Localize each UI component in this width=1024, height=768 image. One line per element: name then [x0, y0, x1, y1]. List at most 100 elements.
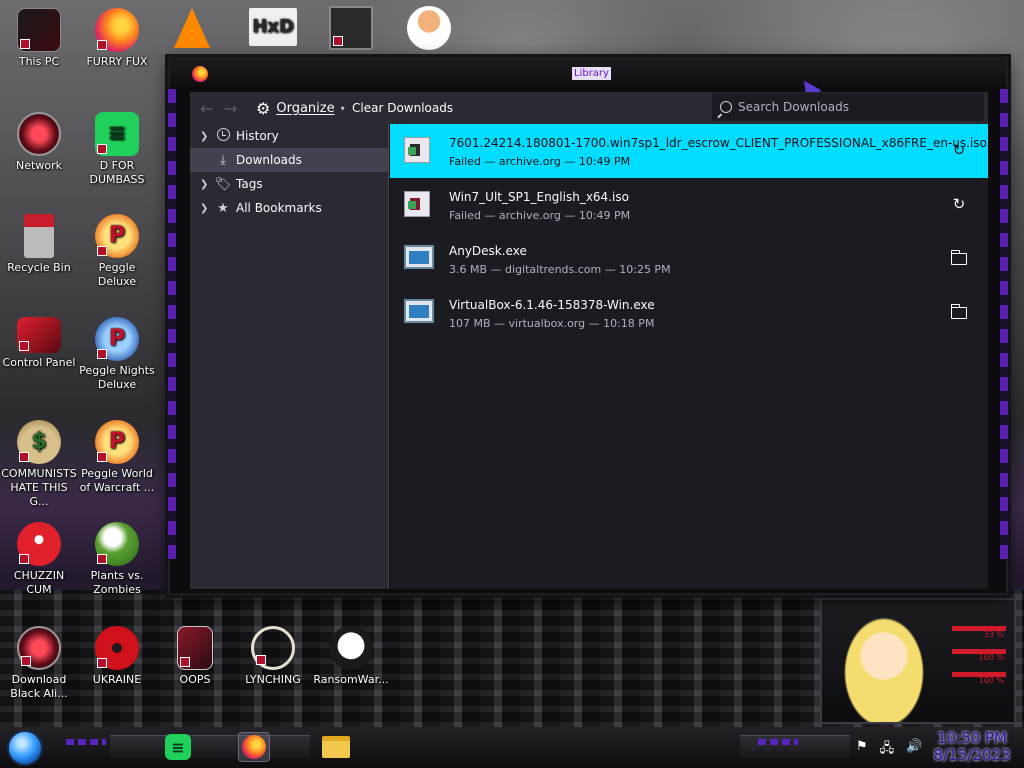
firefox-icon	[192, 66, 208, 82]
folder-icon[interactable]	[950, 304, 967, 319]
download-status: 3.6 MB — digitaltrends.com — 10:25 PM	[449, 263, 671, 276]
hxd-icon: HxD	[249, 8, 297, 46]
widget-readout: 100 %	[978, 676, 1004, 685]
flag-icon[interactable]: ⚑	[856, 739, 868, 761]
taskbar-app-firefox[interactable]	[238, 732, 270, 762]
desktop-icon-recycle-bin[interactable]: Recycle Bin	[0, 214, 78, 275]
character-widget: 33 % 100 % 100 %	[820, 598, 1016, 724]
sidebar-item-label: Downloads	[236, 153, 302, 167]
library-sidebar: ❯ History ⤓ Downloads ❯ 🏷 Tags ❯ ★ All B…	[190, 124, 389, 589]
desktop-icon-label: COMMUNISTS HATE THIS G...	[1, 467, 77, 508]
desktop-icon-network[interactable]: Network	[0, 112, 78, 173]
download-item[interactable]: VirtualBox-6.1.46-158378-Win.exe 107 MB …	[390, 286, 988, 340]
download-item[interactable]: Win7_Ult_SP1_English_x64.iso Failed — ar…	[390, 178, 988, 232]
desktop-icon-lynching[interactable]: LYNCHING	[234, 626, 312, 687]
desktop-icon-label: OOPS	[179, 673, 211, 686]
sidebar-item-label: Tags	[236, 177, 263, 191]
green-app-icon: ≡	[165, 734, 191, 760]
window-title: Library	[572, 67, 611, 80]
desktop-icon-label: FURRY FUX	[86, 55, 148, 68]
back-arrow-icon[interactable]: ←	[200, 99, 213, 118]
window-titlebar[interactable]: Library	[170, 59, 1006, 101]
desktop-icon-d-for-dumbass[interactable]: ≡ D FOR DUMBASS	[78, 112, 156, 187]
pc-icon	[17, 8, 61, 52]
desktop-icon-doctor[interactable]	[390, 6, 468, 53]
search-input[interactable]	[738, 100, 984, 114]
radiation-icon	[95, 626, 139, 670]
download-item[interactable]: AnyDesk.exe 3.6 MB — digitaltrends.com —…	[390, 232, 988, 286]
peggle-icon: P	[95, 317, 139, 361]
desktop-icon-label: Recycle Bin	[7, 261, 71, 274]
desktop-icon-label: Control Panel	[2, 356, 76, 369]
desktop-icon-label: RansomWar...	[313, 673, 389, 686]
doctor-icon	[407, 6, 451, 50]
widget-readout: 100 %	[978, 653, 1004, 662]
chevron-right-icon[interactable]: ❯	[200, 179, 214, 190]
taskbar-app-explorer[interactable]	[320, 732, 352, 762]
desktop-icon-chuzzin[interactable]: CHUZZIN CUM	[0, 522, 78, 597]
desktop-icon-label: Network	[16, 159, 62, 172]
desktop-icon-control-panel[interactable]: Control Panel	[0, 317, 78, 370]
search-icon	[720, 101, 732, 113]
desktop-icon-oops[interactable]: OOPS	[156, 626, 234, 687]
system-tray: ⚑ 🖧 🔊	[856, 739, 922, 761]
clear-downloads-button[interactable]: Clear Downloads	[352, 101, 453, 115]
desktop-icon-peggle-nights[interactable]: P Peggle Nights Deluxe	[78, 317, 156, 392]
download-icon: ⤓	[220, 152, 226, 168]
chevron-right-icon[interactable]: ❯	[200, 203, 214, 214]
desktop-icon-this-pc[interactable]: This PC	[0, 8, 78, 69]
chevron-down-icon: ▾	[340, 103, 345, 113]
star-icon: ★	[217, 200, 229, 216]
search-box[interactable]	[712, 93, 984, 121]
sidebar-item-history[interactable]: ❯ History	[190, 124, 388, 148]
download-status: Failed — archive.org — 10:49 PM	[449, 155, 631, 168]
desktop-icon-hxd[interactable]: HxD	[234, 8, 312, 49]
folder-icon[interactable]	[950, 250, 967, 265]
firefox-icon	[242, 735, 266, 759]
library-window: Library ← → ⚙ Organize ▾ Clear Downloads…	[168, 57, 1008, 595]
download-status: Failed — archive.org — 10:49 PM	[449, 209, 631, 222]
volume-icon[interactable]: 🔊	[906, 739, 922, 761]
desktop-icon-label: This PC	[18, 55, 60, 68]
control-panel-icon	[17, 317, 61, 353]
chevron-right-icon[interactable]: ❯	[200, 131, 214, 142]
chuzzle-icon	[17, 522, 61, 566]
retry-icon[interactable]: ↻	[950, 195, 968, 213]
network-icon	[17, 112, 61, 156]
taskbar-clock[interactable]: 10:50 PM 8/15/2023	[930, 730, 1014, 764]
desktop-icon-pvz[interactable]: Plants vs. Zombies	[78, 522, 156, 597]
organize-label: Organize	[276, 100, 335, 116]
window-frame-decoration	[1000, 89, 1008, 559]
money-bag-icon: $	[17, 420, 61, 464]
network-icon[interactable]: 🖧	[880, 739, 895, 761]
desktop-icon-vlc[interactable]	[156, 8, 210, 51]
sidebar-item-downloads[interactable]: ⤓ Downloads	[190, 148, 388, 172]
taskbar: ≡ ⚑ 🖧 🔊 10:50 PM 8/15/2023	[0, 727, 1024, 768]
app-icon	[329, 6, 373, 50]
iso-file-icon	[404, 137, 430, 163]
download-item[interactable]: 7601.24214.180801-1700.win7sp1_ldr_escro…	[390, 124, 988, 178]
sidebar-item-tags[interactable]: ❯ 🏷 Tags	[190, 172, 388, 196]
desktop-icon-download-black[interactable]: Download Black Ali...	[0, 626, 78, 701]
desktop-icon-peggle-deluxe[interactable]: P Peggle Deluxe	[78, 214, 156, 289]
desktop-icon-furry-fux[interactable]: FURRY FUX	[78, 8, 156, 69]
desktop-icon-label: Peggle World of Warcraft ...	[79, 467, 155, 494]
desktop-icon-communists[interactable]: $ COMMUNISTS HATE THIS G...	[0, 420, 78, 509]
desktop-icon-ransomware[interactable]: RansomWar...	[312, 626, 390, 687]
desktop-icon-peggle-wow[interactable]: P Peggle World of Warcraft ...	[78, 420, 156, 495]
desktop-icon-app[interactable]	[312, 6, 390, 53]
character-image	[844, 612, 924, 722]
desktop-icon-ukraine[interactable]: UKRAINE	[78, 626, 156, 687]
firefox-icon	[95, 8, 139, 52]
download-name: VirtualBox-6.1.46-158378-Win.exe	[449, 298, 655, 312]
start-button[interactable]	[7, 730, 43, 766]
forward-arrow-icon[interactable]: →	[224, 99, 237, 118]
download-status: 107 MB — virtualbox.org — 10:18 PM	[449, 317, 655, 330]
recycle-bin-icon	[24, 214, 54, 258]
desktop-icon-label: D FOR DUMBASS	[89, 159, 145, 186]
organize-button[interactable]: ⚙ Organize ▾	[256, 98, 345, 118]
sidebar-item-all-bookmarks[interactable]: ❯ ★ All Bookmarks	[190, 196, 388, 220]
taskbar-app-green[interactable]: ≡	[162, 732, 194, 762]
peggle-icon: P	[95, 214, 139, 258]
retry-icon[interactable]: ↻	[950, 141, 968, 159]
